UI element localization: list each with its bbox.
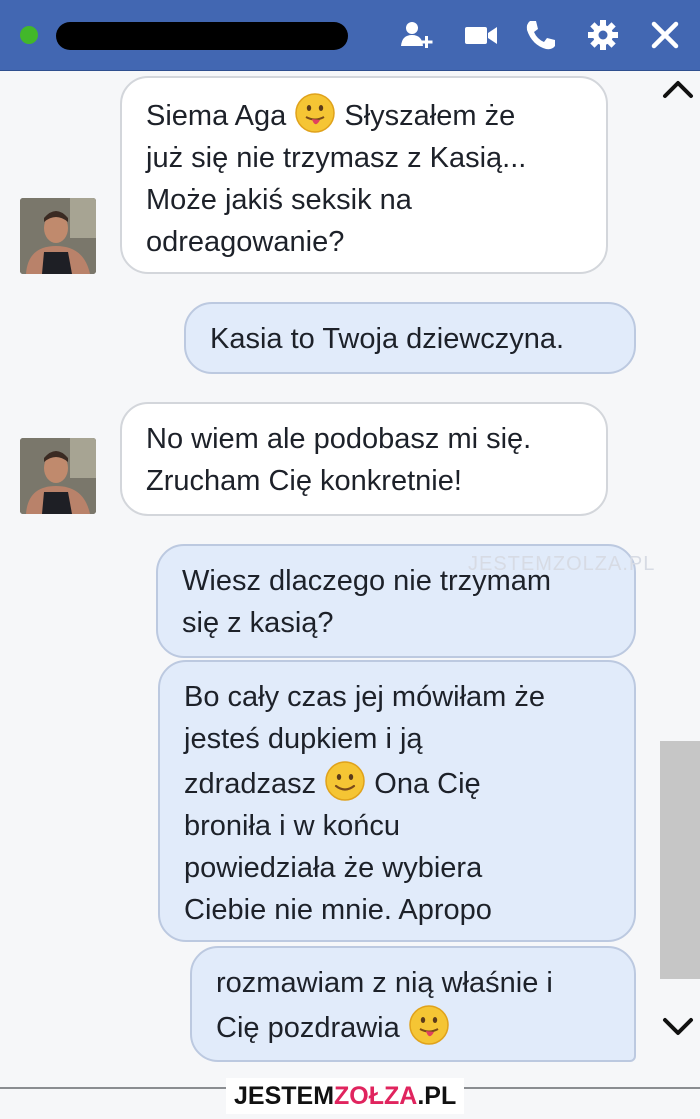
message-text: jesteś dupkiem i ją (184, 723, 423, 755)
message-text: Może jakiś seksik na (146, 184, 412, 216)
message-text: Ciebie nie mnie. Apropo (184, 894, 492, 926)
brand-text: JESTEM (234, 1082, 335, 1110)
gear-icon[interactable] (584, 16, 622, 54)
incoming-message: Siema Aga Słyszałem że już się nie trzym… (120, 76, 608, 274)
message-text: rozmawiam z nią właśnie i (216, 967, 553, 999)
scroll-up-chevron-icon[interactable] (660, 74, 696, 102)
message-text: zdradzasz (184, 768, 317, 800)
contact-avatar[interactable] (20, 198, 96, 274)
contact-avatar[interactable] (20, 438, 96, 514)
brand-text-accent: ZOŁZA (334, 1082, 418, 1110)
message-text: Siema Aga (146, 100, 287, 132)
watermark-text: JESTEMZOLZA.PL (468, 553, 656, 575)
message-text: Bo cały czas jej mówiłam że (184, 681, 545, 713)
close-icon[interactable] (646, 16, 684, 54)
message-text: już się nie trzymasz z Kasią... (146, 142, 527, 174)
message-text: broniła i w końcu (184, 810, 400, 842)
message-text: Kasia to Twoja dziewczyna. (210, 323, 565, 355)
outgoing-message: Bo cały czas jej mówiłam że jesteś dupki… (158, 660, 636, 942)
add-person-icon[interactable] (398, 16, 436, 54)
tongue-out-emoji-icon (408, 1004, 450, 1046)
message-text: powiedziała że wybiera (184, 852, 483, 884)
message-text: Zrucham Cię konkretnie! (146, 465, 462, 497)
brand-text: .PL (417, 1082, 457, 1110)
smile-emoji-icon (324, 760, 366, 802)
tongue-out-emoji-icon (294, 92, 336, 134)
outgoing-message: rozmawiam z nią właśnie i Cię pozdrawia (190, 946, 636, 1062)
site-watermark-logo: JESTEMZOŁZA.PL (226, 1078, 465, 1114)
online-status-dot (20, 26, 38, 44)
message-text: Ona Cię (374, 768, 481, 800)
scrollbar-thumb[interactable] (660, 741, 700, 979)
phone-icon[interactable] (522, 16, 560, 54)
redacted-contact-name (56, 22, 348, 50)
incoming-message: No wiem ale podobasz mi się. Zrucham Cię… (120, 402, 608, 516)
message-text: Słyszałem że (344, 100, 516, 132)
message-text: odreagowanie? (146, 226, 345, 258)
outgoing-message: Kasia to Twoja dziewczyna. (184, 302, 636, 374)
scroll-down-chevron-icon[interactable] (660, 1013, 696, 1041)
message-text: Cię pozdrawia (216, 1012, 400, 1044)
message-text: się z kasią? (182, 607, 334, 639)
message-text: No wiem ale podobasz mi się. (146, 423, 532, 455)
chat-header (0, 0, 700, 71)
video-camera-icon[interactable] (462, 16, 500, 54)
